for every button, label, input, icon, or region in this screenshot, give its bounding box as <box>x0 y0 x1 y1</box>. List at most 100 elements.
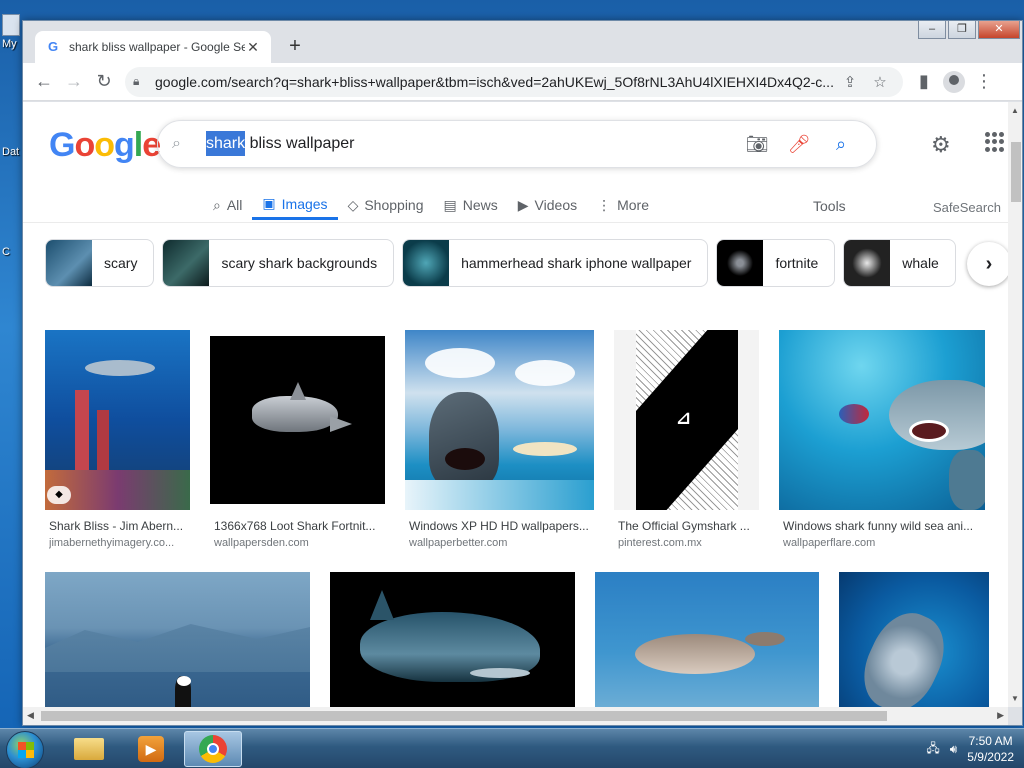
desktop-icon-label: My <box>2 38 17 50</box>
search-submit-icon[interactable]: ⌕ <box>820 134 862 155</box>
chip-scary[interactable]: scary <box>45 239 155 287</box>
desktop-icon-my[interactable]: My <box>2 14 22 50</box>
forward-button[interactable]: → <box>59 67 89 97</box>
vertical-scrollbar[interactable]: ▲ ▼ <box>1008 102 1022 707</box>
taskbar: ▶ 🖧 🔊︎ 7:50 AM 5/9/2022 <box>0 728 1024 768</box>
result-image[interactable] <box>45 572 310 707</box>
share-icon[interactable]: ⇪ <box>835 73 865 91</box>
tab-more[interactable]: ⋮ More <box>587 190 659 220</box>
browser-window: – ❐ ✕ G shark bliss wallpaper - Google S… <box>22 20 1023 726</box>
side-panel-icon[interactable]: ▮ <box>909 67 939 97</box>
more-dots-icon: ⋮ <box>597 196 612 213</box>
chip-thumbnail <box>717 240 764 286</box>
result-source[interactable]: wallpaperbetter.com <box>409 537 593 549</box>
chips-next-arrow-icon[interactable]: › <box>967 242 1008 286</box>
tag-icon: ◆ <box>47 486 71 504</box>
chip-label: hammerhead shark iphone wallpaper <box>461 255 692 271</box>
new-tab-button[interactable]: + <box>285 35 305 58</box>
taskbar-explorer[interactable] <box>60 731 118 767</box>
scrollbar-thumb[interactable] <box>41 711 887 721</box>
query-text: bliss wallpaper <box>245 135 355 152</box>
network-icon[interactable]: 🖧 <box>926 739 939 760</box>
desktop-icon-dat[interactable]: Dat <box>2 146 22 158</box>
result-image[interactable] <box>839 572 989 707</box>
clock[interactable]: 7:50 AM 5/9/2022 <box>967 733 1014 765</box>
scrollbar-thumb[interactable] <box>1011 142 1021 202</box>
result-title[interactable]: The Official Gymshark ... <box>618 519 758 533</box>
tab-label: News <box>462 197 498 213</box>
bookmark-star-icon[interactable]: ☆ <box>865 73 895 91</box>
url-text[interactable]: google.com/search?q=shark+bliss+wallpape… <box>155 74 835 90</box>
result-image[interactable] <box>595 572 819 707</box>
camera-icon[interactable]: 📷︎ <box>736 134 778 155</box>
tab-news[interactable]: ▤ News <box>434 190 508 220</box>
result-source[interactable]: jimabernethyimagery.co... <box>49 537 189 549</box>
tab-label: Shopping <box>364 197 424 213</box>
profile-button[interactable] <box>939 67 969 97</box>
menu-kebab-icon[interactable]: ⋮ <box>969 67 999 97</box>
reload-button[interactable]: ↻ <box>89 67 119 97</box>
result-image[interactable] <box>210 336 385 504</box>
chip-thumbnail <box>844 240 891 286</box>
search-box[interactable]: ⌕ shark bliss wallpaper 📷︎ 🎤︎ ⌕ <box>157 120 877 168</box>
result-image[interactable] <box>779 330 985 510</box>
tools-button[interactable]: Tools <box>813 198 846 214</box>
taskbar-media-player[interactable]: ▶ <box>122 731 180 767</box>
gymshark-logo-icon: ⊿ <box>676 408 692 428</box>
page-viewport: Google ⌕ shark bliss wallpaper 📷︎ 🎤︎ ⌕ ⚙… <box>23 102 1008 707</box>
scroll-down-icon[interactable]: ▼ <box>1011 694 1019 703</box>
result-image[interactable]: ◆ <box>45 330 190 510</box>
settings-gear-icon[interactable]: ⚙ <box>931 132 951 158</box>
result-source[interactable]: wallpapersden.com <box>214 537 384 549</box>
chip-hammerhead-shark-iphone-wallpaper[interactable]: hammerhead shark iphone wallpaper <box>402 239 709 287</box>
horizontal-scrollbar[interactable]: ◀ ▶ <box>23 707 1008 725</box>
selected-query-text: shark <box>206 131 246 156</box>
avatar <box>943 70 965 93</box>
chip-label: scary <box>104 255 138 271</box>
related-chips: scary scary shark backgrounds hammerhead… <box>45 239 956 287</box>
scroll-left-icon[interactable]: ◀ <box>27 710 34 721</box>
chip-fortnite[interactable]: fortnite <box>716 239 836 287</box>
tab-videos[interactable]: ▶ Videos <box>508 190 587 220</box>
scroll-up-icon[interactable]: ▲ <box>1011 106 1019 115</box>
desktop-icon-label: Dat <box>2 146 20 158</box>
tab-all[interactable]: ⌕ All <box>203 190 252 220</box>
tab-shopping[interactable]: ◇ Shopping <box>338 190 434 220</box>
result-source[interactable]: wallpaperflare.com <box>783 537 983 549</box>
image-icon: ▣ <box>262 195 276 211</box>
scroll-right-icon[interactable]: ▶ <box>997 710 1004 721</box>
tab-strip: G shark bliss wallpaper - Google Se ✕ + <box>23 21 1022 63</box>
result-source[interactable]: pinterest.com.mx <box>618 537 758 549</box>
chip-whale[interactable]: whale <box>843 239 956 287</box>
tab-label: All <box>226 197 243 213</box>
tab-images[interactable]: ▣ Images <box>252 190 338 220</box>
result-title[interactable]: 1366x768 Loot Shark Fortnit... <box>214 519 384 533</box>
browser-tab[interactable]: G shark bliss wallpaper - Google Se ✕ <box>35 31 271 63</box>
chip-scary-shark-backgrounds[interactable]: scary shark backgrounds <box>162 239 395 287</box>
chip-thumbnail <box>403 240 450 286</box>
tab-close-icon[interactable]: ✕ <box>245 39 261 56</box>
search-type-tabs: ⌕ All ▣ Images ◇ Shopping ▤ News ▶ Videos ⋮ Mo… <box>203 190 659 220</box>
newspaper-icon: ▤ <box>443 196 457 213</box>
lock-icon[interactable]: 🔒︎ <box>133 74 145 89</box>
search-input[interactable]: shark bliss wallpaper <box>206 131 736 156</box>
safesearch-button[interactable]: SafeSearch <box>933 200 1001 215</box>
microphone-icon[interactable]: 🎤︎ <box>778 134 820 155</box>
chip-thumbnail <box>46 240 92 286</box>
desktop-icon-c[interactable]: C <box>2 246 22 258</box>
result-image[interactable] <box>330 572 575 707</box>
result-title[interactable]: Windows shark funny wild sea ani... <box>783 519 983 533</box>
folder-icon <box>74 738 104 760</box>
back-button[interactable]: ← <box>29 67 59 97</box>
clock-date: 5/9/2022 <box>967 750 1014 764</box>
result-image[interactable]: ⊿ <box>614 330 759 510</box>
address-bar[interactable]: 🔒︎ google.com/search?q=shark+bliss+wallp… <box>125 66 903 97</box>
google-logo[interactable]: Google <box>49 126 161 165</box>
result-image[interactable] <box>405 330 594 510</box>
result-title[interactable]: Windows XP HD HD wallpapers... <box>409 519 593 533</box>
start-button[interactable] <box>6 731 44 768</box>
apps-grid-icon[interactable] <box>985 132 1005 152</box>
volume-icon[interactable]: 🔊︎ <box>950 742 958 757</box>
result-title[interactable]: Shark Bliss - Jim Abern... <box>49 519 189 533</box>
taskbar-chrome[interactable] <box>184 731 242 767</box>
